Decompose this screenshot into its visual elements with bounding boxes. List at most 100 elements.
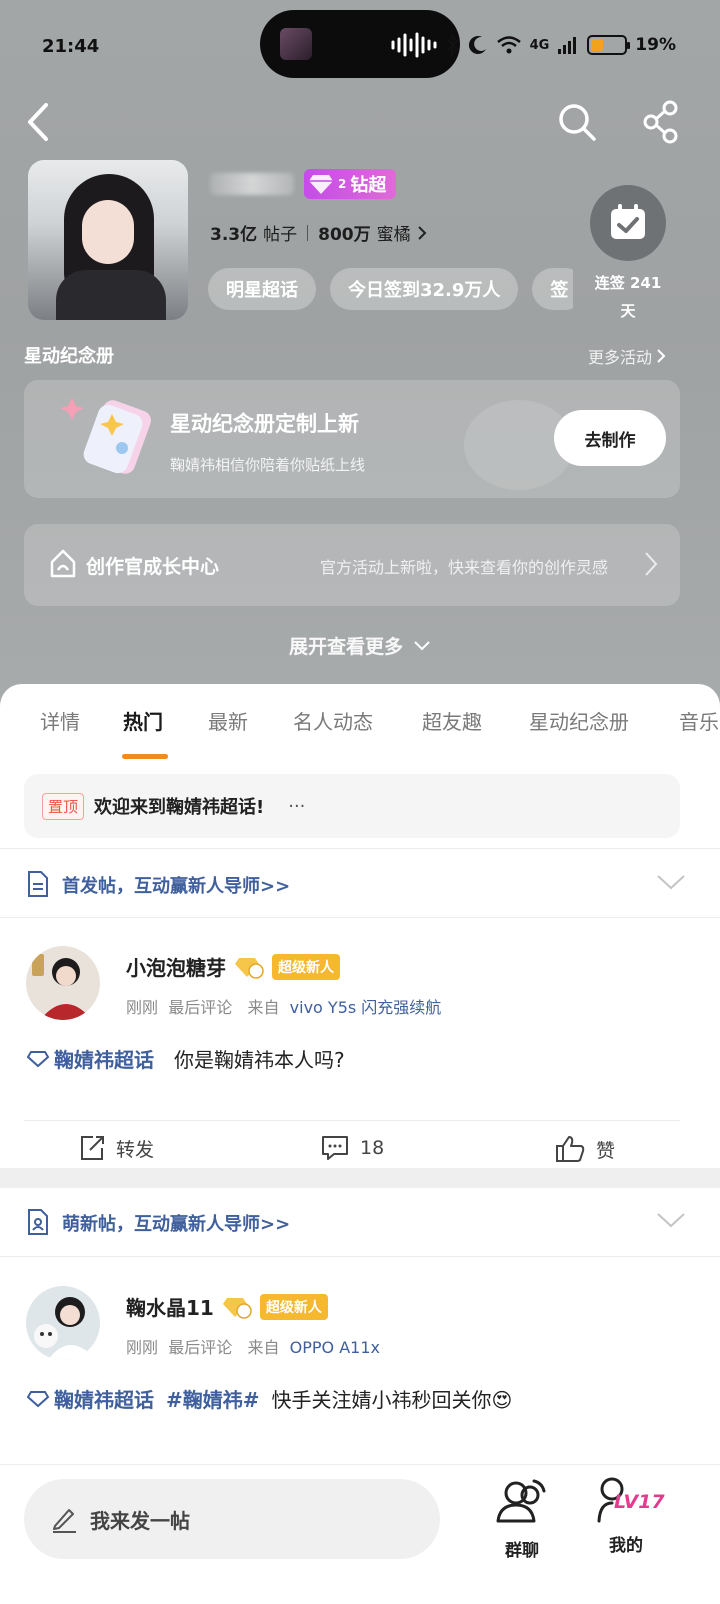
pinned-text: 欢迎来到鞠婧祎超话! xyxy=(94,797,265,818)
user-level-badge: LV17 xyxy=(614,1491,665,1513)
tier-badge[interactable]: 2 钻超 xyxy=(304,169,397,199)
newbie-post-tip[interactable]: 萌新帖，互动赢新人导师>> xyxy=(0,1188,720,1256)
avatar[interactable] xyxy=(26,1286,100,1360)
album-card-title: 星动纪念册定制上新 xyxy=(170,412,359,436)
fans-count[interactable]: 800万 xyxy=(318,220,371,245)
supertopic-avatar[interactable] xyxy=(28,160,188,320)
tab-music[interactable]: 音乐 xyxy=(679,706,719,735)
battery-icon xyxy=(587,35,631,55)
group-chat-button[interactable]: 群聊 xyxy=(482,1475,562,1561)
album-sticker-icon xyxy=(60,398,151,474)
more-activities-link[interactable]: 更多活动 xyxy=(588,344,666,368)
diamond-icon xyxy=(309,175,333,194)
first-post-tip[interactable]: 首发帖，互动赢新人导师>> xyxy=(0,850,720,918)
chevron-down-icon[interactable] xyxy=(656,1210,686,1230)
diamond-outline-icon xyxy=(26,1050,50,1067)
topic-stats: 3.3亿 帖子 800万 蜜橘 xyxy=(210,220,427,245)
tier-badge-level: 2 xyxy=(338,177,347,191)
newbie-tag: 超级新人 xyxy=(259,1293,328,1320)
comment-button[interactable]: 18 xyxy=(320,1134,384,1162)
top-navigation xyxy=(0,95,720,151)
pinned-more: ··· xyxy=(288,795,306,817)
comment-icon xyxy=(322,1136,348,1160)
expand-more-button[interactable]: 展开查看更多 xyxy=(0,632,720,659)
bluetooth-icon xyxy=(446,34,458,56)
level-diamond-icon xyxy=(235,957,264,979)
tab-details[interactable]: 详情 xyxy=(40,706,80,735)
search-icon[interactable] xyxy=(556,99,598,145)
post-device[interactable]: vivo Y5s 闪充强续航 xyxy=(290,998,442,1017)
bottom-bar: 我来发一帖 群聊 LV17 我的 xyxy=(0,1464,720,1604)
chip-star-topic[interactable]: 明星超话 xyxy=(208,268,316,310)
make-album-button[interactable]: 去制作 xyxy=(554,410,666,466)
status-icons: 4G 19% xyxy=(446,30,676,60)
post-device[interactable]: OPPO A11x xyxy=(290,1338,380,1357)
chip-signin-count[interactable]: 今日签到32.9万人 xyxy=(330,268,519,310)
post-author[interactable]: 小泡泡糖芽 xyxy=(126,952,226,981)
growth-subtitle: 官方活动上新啦，快来查看你的创作灵感 xyxy=(320,558,609,577)
signin-widget[interactable]: 连签 241 天 xyxy=(590,185,666,325)
post-text: 你是鞠婧祎本人吗? xyxy=(174,1048,345,1072)
fans-label[interactable]: 蜜橘 xyxy=(377,220,411,245)
repost-icon xyxy=(81,1136,104,1160)
like-button[interactable]: 赞 xyxy=(554,1134,615,1164)
signin-streak: 连签 241 天 xyxy=(594,274,662,320)
post-author-row: 小泡泡糖芽 超级新人 xyxy=(126,952,340,981)
tip-text: 首发帖，互动赢新人导师>> xyxy=(62,876,291,897)
battery-percent: 19% xyxy=(635,35,676,55)
growth-title: 创作官成长中心 xyxy=(86,556,220,578)
compose-post-button[interactable]: 我来发一帖 xyxy=(24,1479,440,1559)
chip-more[interactable]: 签 xyxy=(532,268,573,310)
back-arrow-icon[interactable] xyxy=(24,99,54,145)
topic-link[interactable]: 鞠婧祎超话 xyxy=(26,1384,154,1413)
chevron-right-icon xyxy=(657,349,666,363)
tab-album[interactable]: 星动纪念册 xyxy=(529,706,629,735)
content-tabs: 详情 热门 最新 名人动态 超友趣 星动纪念册 音乐 xyxy=(0,706,720,756)
avatar[interactable] xyxy=(26,946,100,1020)
supertopic-header: 21:44 4G 19% 2 钻超 3.3亿 帖子 800万 蜜橘 明星超话 今… xyxy=(0,0,720,730)
chevron-down-icon xyxy=(414,640,430,650)
topic-link[interactable]: 鞠婧祎超话 xyxy=(26,1044,154,1073)
repost-button[interactable]: 转发 xyxy=(78,1134,154,1162)
album-card-subtitle: 鞠婧祎相信你陪着你贴纸上线 xyxy=(170,456,366,474)
pinned-tag: 置顶 xyxy=(42,792,85,820)
album-section-title: 星动纪念册 xyxy=(24,346,114,367)
post-text: 快手关注婧小祎秒回关你😍 xyxy=(271,1388,513,1412)
mine-button[interactable]: LV17 我的 xyxy=(586,1475,666,1556)
moon-icon xyxy=(468,36,486,55)
user-document-icon xyxy=(28,1209,48,1235)
post-author[interactable]: 鞠水晶11 xyxy=(126,1292,214,1321)
topic-name-blurred xyxy=(210,173,294,195)
active-tab-indicator xyxy=(122,754,168,759)
album-card[interactable]: 星动纪念册定制上新 鞠婧祎相信你陪着你贴纸上线 去制作 xyxy=(24,380,680,498)
signal-icon xyxy=(558,37,577,54)
tab-celebrity[interactable]: 名人动态 xyxy=(293,706,373,735)
share-icon[interactable] xyxy=(642,99,682,145)
creator-growth-card[interactable]: 创作官成长中心 官方活动上新啦，快来查看你的创作灵感 xyxy=(24,524,680,606)
post-content: 鞠婧祎超话 #鞠婧祎# 快手关注婧小祎秒回关你😍 xyxy=(26,1384,512,1413)
topic-chips: 明星超话 今日签到32.9万人 签 xyxy=(208,268,573,310)
post-meta: 刚刚 最后评论 来自 OPPO A11x xyxy=(126,1338,380,1357)
chevron-right-icon[interactable] xyxy=(417,225,427,241)
posts-label: 帖子 xyxy=(263,225,298,245)
tab-latest[interactable]: 最新 xyxy=(208,706,248,735)
pinned-post[interactable]: 置顶 欢迎来到鞠婧祎超话! ··· xyxy=(24,774,680,838)
post-content: 鞠婧祎超话 你是鞠婧祎本人吗? xyxy=(26,1044,345,1073)
tier-badge-label: 钻超 xyxy=(350,175,387,196)
audio-wave-icon xyxy=(391,32,437,58)
tab-fun[interactable]: 超友趣 xyxy=(422,706,482,735)
document-icon xyxy=(28,871,48,897)
wifi-icon xyxy=(496,36,521,54)
hashtag-link[interactable]: #鞠婧祎# xyxy=(166,1384,260,1413)
dynamic-island[interactable] xyxy=(260,10,460,78)
media-thumbnail xyxy=(280,28,312,60)
chevron-right-icon xyxy=(645,552,658,576)
group-chat-icon xyxy=(496,1479,546,1523)
tab-hot[interactable]: 热门 xyxy=(123,706,163,735)
newbie-tag: 超级新人 xyxy=(272,953,340,980)
chevron-down-icon[interactable] xyxy=(656,872,686,892)
signin-button[interactable] xyxy=(590,185,666,261)
network-type: 4G xyxy=(529,37,550,53)
topic-name-row: 2 钻超 xyxy=(210,164,397,204)
post-author-row: 鞠水晶11 超级新人 xyxy=(126,1292,328,1321)
